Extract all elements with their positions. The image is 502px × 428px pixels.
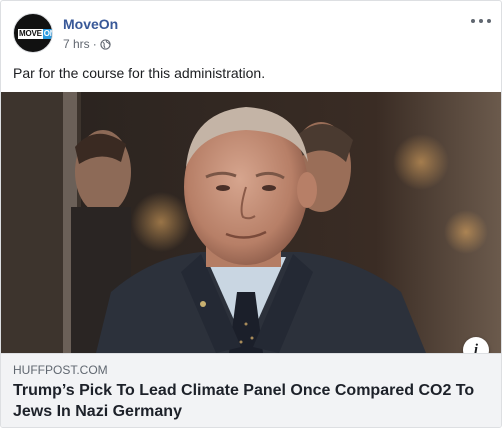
ellipsis-icon [471, 19, 475, 23]
moveon-logo: MOVEON [18, 29, 52, 39]
article-photo[interactable]: i [1, 92, 501, 353]
avatar[interactable]: MOVEON [13, 13, 53, 53]
logo-part-move: MOVE [18, 29, 43, 39]
link-headline[interactable]: Trump’s Pick To Lead Climate Panel Once … [13, 380, 483, 422]
page-name-link[interactable]: MoveOn [63, 16, 118, 32]
post-header: MOVEON MoveOn 7 hrs · [13, 13, 491, 55]
post-meta: 7 hrs · [63, 37, 111, 51]
meta-separator: · [92, 37, 97, 51]
link-domain: HUFFPOST.COM [13, 363, 108, 377]
ellipsis-icon [487, 19, 491, 23]
logo-part-on: ON [42, 29, 52, 39]
feed-post: MOVEON MoveOn 7 hrs · Par for the course… [0, 0, 502, 428]
article-photo-image [1, 92, 501, 353]
timestamp[interactable]: 7 hrs [63, 37, 90, 51]
globe-icon[interactable] [100, 38, 111, 50]
post-caption: Par for the course for this administrati… [13, 65, 266, 81]
link-preview-card[interactable]: i HUFFPOST.COM Trump’s Pick To Lead Clim… [1, 92, 501, 427]
ellipsis-icon [479, 19, 483, 23]
link-meta[interactable]: HUFFPOST.COM Trump’s Pick To Lead Climat… [1, 353, 501, 427]
more-options-button[interactable] [471, 15, 491, 27]
